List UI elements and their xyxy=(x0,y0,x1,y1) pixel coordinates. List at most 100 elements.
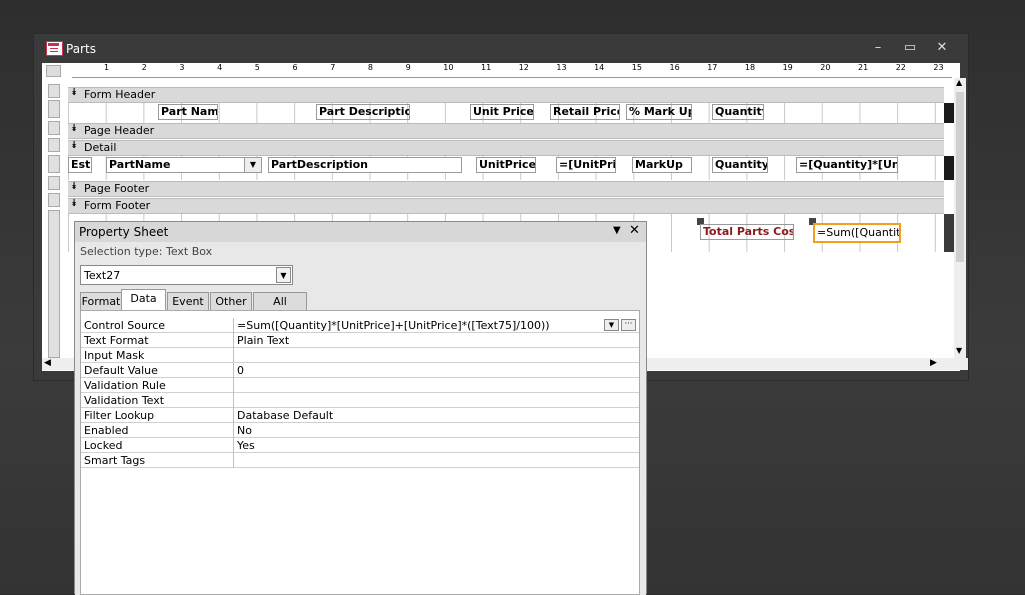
tab-event[interactable]: Event xyxy=(167,292,209,310)
ruler-tick: 10 xyxy=(443,63,454,72)
textbox-total-expr[interactable]: =[Quantity]*[UnitPr xyxy=(796,157,898,173)
property-row-input-mask[interactable]: Input Mask xyxy=(81,348,639,363)
ruler-tick: 23 xyxy=(933,63,944,72)
horizontal-ruler[interactable]: 1 2 3 4 5 6 7 8 9 10 11 12 13 14 15 16 17 18 19 20 21 22 23 xyxy=(72,63,952,78)
page-footer-bar[interactable]: ⯯ Page Footer xyxy=(68,181,944,197)
window-title: Parts xyxy=(66,42,96,56)
property-value[interactable]: No xyxy=(237,424,252,437)
label-retail-price[interactable]: Retail Price: xyxy=(550,104,620,120)
detail-label: Detail xyxy=(84,141,117,154)
close-button[interactable]: ✕ xyxy=(932,40,952,55)
textbox-markup[interactable]: MarkUp xyxy=(632,157,692,173)
ruler-tick: 2 xyxy=(141,63,147,72)
form-selector[interactable] xyxy=(46,65,61,77)
ruler-tick: 11 xyxy=(481,63,492,72)
scroll-left-icon[interactable]: ◀ xyxy=(44,358,51,368)
ruler-tick: 7 xyxy=(330,63,336,72)
property-name: Smart Tags xyxy=(84,454,146,467)
ruler-tick: 8 xyxy=(367,63,373,72)
ruler-tick: 9 xyxy=(405,63,411,72)
property-name: Locked xyxy=(84,439,123,452)
scroll-right-icon[interactable]: ▶ xyxy=(930,358,937,368)
page-header-label: Page Header xyxy=(84,124,155,137)
tab-format[interactable]: Format xyxy=(80,292,122,310)
label-mark-up[interactable]: % Mark Up xyxy=(626,104,692,120)
chevron-down-icon[interactable]: ▼ xyxy=(276,267,291,283)
ruler-tick: 1 xyxy=(104,63,110,72)
ruler-tick: 13 xyxy=(556,63,567,72)
textbox-sum-total[interactable]: =Sum([Quantity]* xyxy=(813,223,901,243)
scroll-thumb[interactable] xyxy=(956,92,964,262)
section-selector-form-header-body[interactable] xyxy=(48,100,60,118)
property-grid: Control Source =Sum([Quantity]*[UnitPric… xyxy=(80,310,640,595)
tab-all[interactable]: All xyxy=(253,292,307,310)
scroll-down-icon[interactable]: ▼ xyxy=(956,346,962,355)
ruler-tick: 16 xyxy=(669,63,680,72)
textbox-unit-price[interactable]: UnitPrice xyxy=(476,157,536,173)
label-part-description[interactable]: Part Description xyxy=(316,104,410,120)
property-value[interactable]: Yes xyxy=(237,439,255,452)
detail-bar[interactable]: ⯯ Detail xyxy=(68,140,944,156)
property-value[interactable]: =Sum([Quantity]*[UnitPrice]+[UnitPrice]*… xyxy=(237,319,550,332)
property-row-text-format[interactable]: Text Format Plain Text xyxy=(81,333,639,348)
section-selector-form-footer[interactable] xyxy=(48,193,60,207)
ruler-tick: 14 xyxy=(594,63,605,72)
ruler-tick: 15 xyxy=(631,63,642,72)
textbox-quantity[interactable]: Quantity xyxy=(712,157,768,173)
label-total-parts-cost[interactable]: Total Parts Cost xyxy=(700,224,794,240)
ruler-tick: 5 xyxy=(254,63,260,72)
page-header-bar[interactable]: ⯯ Page Header xyxy=(68,123,944,139)
label-part-name[interactable]: Part Name xyxy=(158,104,218,120)
minimize-button[interactable]: – xyxy=(868,40,888,55)
textbox-part-description[interactable]: PartDescription xyxy=(268,157,462,173)
property-row-smart-tags[interactable]: Smart Tags xyxy=(81,453,639,468)
builder-icon[interactable]: ··· xyxy=(621,319,636,331)
tab-other[interactable]: Other xyxy=(210,292,252,310)
textbox-estimate[interactable]: Esti xyxy=(68,157,92,173)
close-icon[interactable]: ✕ xyxy=(629,223,640,238)
form-footer-label: Form Footer xyxy=(84,199,151,212)
ruler-tick: 20 xyxy=(820,63,831,72)
property-row-default-value[interactable]: Default Value 0 xyxy=(81,363,639,378)
section-selector-page-footer[interactable] xyxy=(48,176,60,190)
object-selector[interactable]: Text27 ▼ xyxy=(80,265,293,285)
maximize-button[interactable]: ▭ xyxy=(900,40,920,55)
section-selector-detail-body[interactable] xyxy=(48,155,60,173)
chevron-down-icon[interactable]: ▼ xyxy=(604,319,619,331)
property-sheet-title-bar[interactable]: Property Sheet ▼ ✕ xyxy=(75,222,646,242)
form-icon xyxy=(46,41,63,56)
window-title-bar[interactable]: Parts – ▭ ✕ xyxy=(34,34,968,62)
label-quantity[interactable]: Quantity xyxy=(712,104,764,120)
property-sheet-body: Selection type: Text Box Text27 ▼ Format… xyxy=(75,242,646,595)
property-row-filter-lookup[interactable]: Filter Lookup Database Default xyxy=(81,408,639,423)
collapse-icon: ⯯ xyxy=(71,123,77,134)
property-value[interactable]: Database Default xyxy=(237,409,333,422)
ruler-tick: 6 xyxy=(292,63,298,72)
property-name: Enabled xyxy=(84,424,129,437)
property-row-validation-text[interactable]: Validation Text xyxy=(81,393,639,408)
section-selector-form-header[interactable] xyxy=(48,84,60,98)
form-footer-bar[interactable]: ⯯ Form Footer xyxy=(68,198,944,214)
scroll-up-icon[interactable]: ▲ xyxy=(956,78,962,87)
property-row-validation-rule[interactable]: Validation Rule xyxy=(81,378,639,393)
selection-type: Selection type: Text Box xyxy=(80,245,213,258)
label-unit-price[interactable]: Unit Price xyxy=(470,104,534,120)
form-header-bar[interactable]: ⯯ Form Header xyxy=(68,87,944,103)
property-row-locked[interactable]: Locked Yes xyxy=(81,438,639,453)
property-sheet-title: Property Sheet xyxy=(79,225,169,239)
textbox-retail-price-expr[interactable]: =[UnitPrice xyxy=(556,157,616,173)
property-row-enabled[interactable]: Enabled No xyxy=(81,423,639,438)
section-selector-page-header[interactable] xyxy=(48,121,60,135)
tab-data[interactable]: Data xyxy=(121,289,166,311)
property-value[interactable]: 0 xyxy=(237,364,244,377)
chevron-down-icon[interactable]: ▼ xyxy=(244,158,261,172)
section-selector-form-footer-body[interactable] xyxy=(48,210,60,358)
section-selector-detail[interactable] xyxy=(48,138,60,152)
property-row-control-source[interactable]: Control Source =Sum([Quantity]*[UnitPric… xyxy=(81,318,639,333)
dropdown-icon[interactable]: ▼ xyxy=(613,225,621,236)
ruler-tick: 12 xyxy=(518,63,529,72)
form-header-label: Form Header xyxy=(84,88,156,101)
combo-part-name[interactable]: PartName ▼ xyxy=(106,157,262,173)
vertical-scrollbar[interactable]: ▲ ▼ xyxy=(954,78,966,358)
property-value[interactable]: Plain Text xyxy=(237,334,289,347)
